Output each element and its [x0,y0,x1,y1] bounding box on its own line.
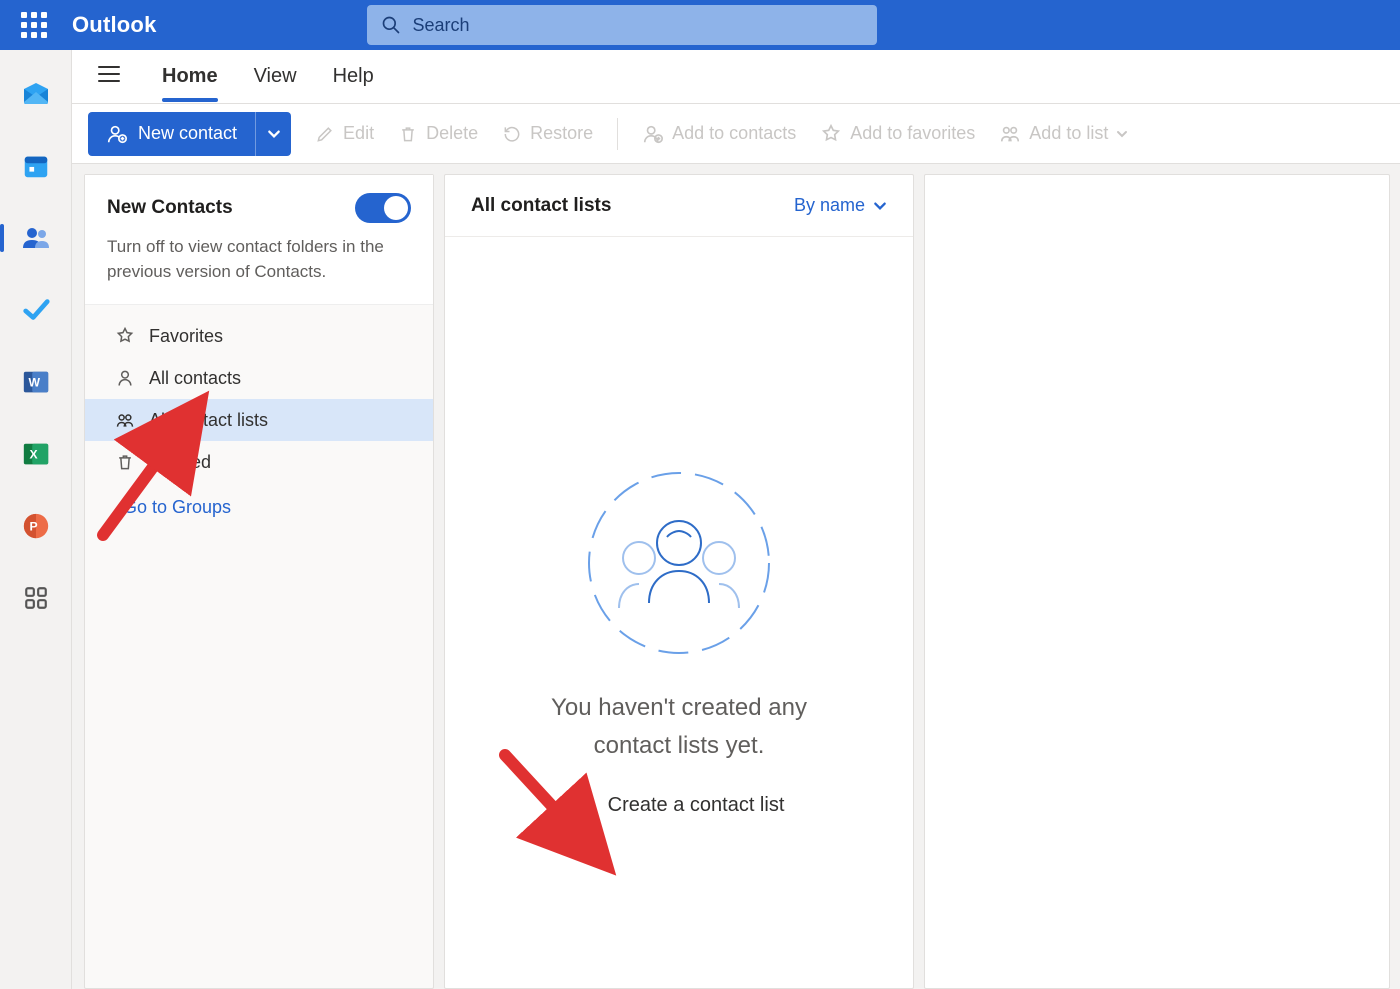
rail-excel-button[interactable]: X [16,434,56,474]
go-to-groups-link[interactable]: Go to Groups [85,483,433,518]
add-to-favorites-label: Add to favorites [850,123,975,144]
edit-button: Edit [315,123,374,144]
trash-icon [398,124,418,144]
new-contacts-card: New Contacts Turn off to view contact fo… [85,175,433,305]
waffle-icon [21,12,47,38]
rail-calendar-button[interactable] [16,146,56,186]
tabs-row: Home View Help [72,50,1400,104]
empty-line1: You haven't created any [551,694,807,721]
pencil-icon [315,124,335,144]
mail-icon [20,78,52,110]
svg-text:P: P [29,520,37,534]
create-contact-list-button[interactable]: ＋ Create a contact list [574,790,785,822]
empty-people-illustration [579,463,779,663]
people-list-icon [999,123,1021,145]
calendar-icon [21,151,51,181]
apps-grid-icon [23,585,49,611]
nav-deleted-label: Deleted [149,452,211,473]
nav-favorites-label: Favorites [149,326,223,347]
rail-people-button[interactable] [16,218,56,258]
new-contact-label: New contact [138,123,237,144]
add-to-list-label: Add to list [1029,123,1108,144]
new-contact-button[interactable]: New contact [88,112,255,156]
main-shell: Home View Help New contact Edit Delete R… [72,50,1400,989]
delete-label: Delete [426,123,478,144]
person-add-icon [106,123,128,145]
app-brand: Outlook [72,12,157,38]
nav-all-contacts-label: All contacts [149,368,241,389]
list-title: All contact lists [471,195,611,217]
ribbon: New contact Edit Delete Restore Add to c… [72,104,1400,164]
nav-deleted[interactable]: Deleted [85,441,433,483]
new-contacts-title: New Contacts [107,197,233,219]
list-column: All contact lists By name [444,174,914,989]
tab-help[interactable]: Help [333,53,374,100]
rail-more-apps-button[interactable] [16,578,56,618]
search-icon [381,15,401,35]
app-rail: W X P [0,50,72,989]
nav-favorites[interactable]: Favorites [85,315,433,357]
powerpoint-icon: P [21,511,51,541]
excel-icon: X [21,439,51,469]
star-plus-icon [820,123,842,145]
rail-mail-button[interactable] [16,74,56,114]
nav-all-contact-lists-label: All contact lists [149,410,268,431]
restore-button: Restore [502,123,593,144]
folder-list: Favorites All contacts All contact lists… [85,305,433,528]
new-contact-split-button[interactable]: New contact [88,112,291,156]
chevron-down-icon [873,199,887,213]
sort-dropdown[interactable]: By name [794,195,887,216]
list-header: All contact lists By name [445,175,913,237]
tab-home[interactable]: Home [162,53,218,100]
restore-icon [502,124,522,144]
add-to-contacts-button: Add to contacts [642,123,796,145]
new-contacts-subtitle: Turn off to view contact folders in the … [107,235,411,284]
title-bar: Outlook [0,0,1400,50]
rail-word-button[interactable]: W [16,362,56,402]
chevron-down-icon [1116,128,1128,140]
preview-column [924,174,1390,989]
rail-powerpoint-button[interactable]: P [16,506,56,546]
check-icon [21,295,51,325]
rail-todo-button[interactable] [16,290,56,330]
content-columns: New Contacts Turn off to view contact fo… [72,164,1400,989]
edit-label: Edit [343,123,374,144]
person-plus-icon [642,123,664,145]
ribbon-divider [617,118,618,150]
empty-message: You haven't created any contact lists ye… [551,689,807,763]
plus-icon: ＋ [574,790,596,822]
nav-all-contact-lists[interactable]: All contact lists [85,399,433,441]
nav-column: New Contacts Turn off to view contact fo… [84,174,434,989]
svg-text:W: W [28,376,40,390]
add-to-list-button: Add to list [999,123,1128,145]
search-input[interactable] [413,15,863,36]
empty-state: You haven't created any contact lists ye… [445,237,913,988]
add-to-contacts-label: Add to contacts [672,123,796,144]
person-icon [115,368,135,388]
empty-line2: contact lists yet. [594,732,765,759]
nav-all-contacts[interactable]: All contacts [85,357,433,399]
restore-label: Restore [530,123,593,144]
hamburger-icon [98,65,120,83]
star-icon [115,326,135,346]
sort-label: By name [794,195,865,216]
nav-toggle-button[interactable] [92,61,126,92]
search-box[interactable] [367,5,877,45]
new-contacts-toggle[interactable] [355,193,411,223]
app-launcher-button[interactable] [10,1,58,49]
trash-icon [115,452,135,472]
chevron-down-icon [267,127,281,141]
tab-view[interactable]: View [254,53,297,100]
create-contact-list-label: Create a contact list [608,794,785,817]
svg-text:X: X [29,448,38,462]
new-contact-dropdown-button[interactable] [255,112,291,156]
delete-button: Delete [398,123,478,144]
people-icon [115,410,135,430]
people-icon [20,222,52,254]
add-to-favorites-button: Add to favorites [820,123,975,145]
word-icon: W [21,367,51,397]
